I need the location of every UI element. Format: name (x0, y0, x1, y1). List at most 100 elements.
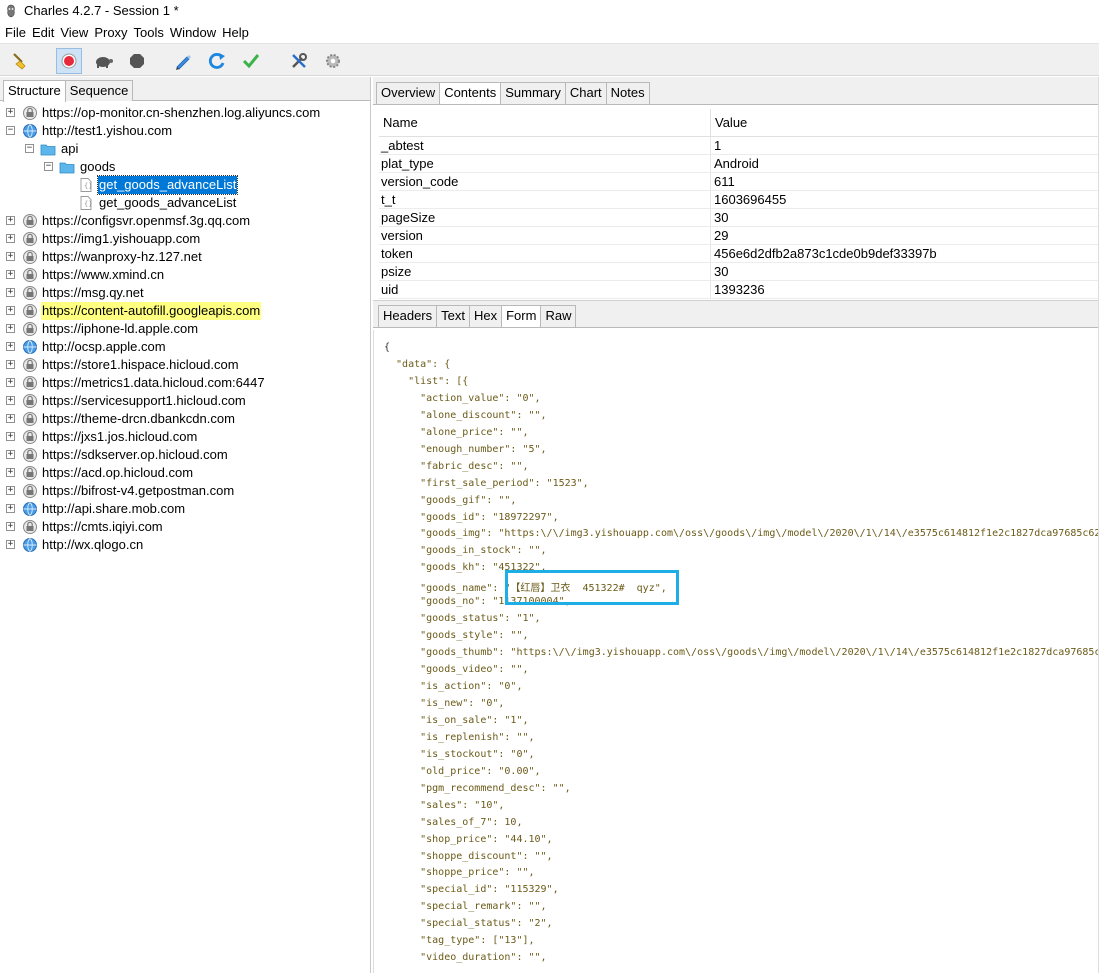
tree-node-label[interactable]: https://content-autofill.googleapis.com (41, 302, 262, 320)
turtle-icon[interactable] (90, 48, 116, 74)
tree-node-label[interactable]: https://store1.hispace.hicloud.com (41, 356, 240, 374)
expand-icon[interactable]: + (6, 252, 15, 261)
expand-icon[interactable]: + (6, 342, 15, 351)
tree-node-label[interactable]: http://api.share.mob.com (41, 500, 186, 518)
expand-icon[interactable]: + (6, 288, 15, 297)
tree-node-label[interactable]: https://configsvr.openmsf.3g.qq.com (41, 212, 251, 230)
tree-node-label[interactable]: http://wx.qlogo.cn (41, 536, 144, 554)
collapse-icon[interactable]: − (25, 144, 34, 153)
collapse-icon[interactable]: − (6, 126, 15, 135)
param-row[interactable]: version_code 611 (379, 173, 1099, 191)
param-row[interactable]: token 456e6d2dfb2a873c1cde0b9def33397b (379, 245, 1099, 263)
expand-icon[interactable]: + (6, 216, 15, 225)
tab-contents[interactable]: Contents (439, 82, 502, 104)
tree-row[interactable]: + https://op-monitor.cn-shenzhen.log.aliy… (0, 104, 370, 122)
tree-row[interactable]: + https://configsvr.openmsf.3g.qq.com (0, 212, 370, 230)
tab-structure[interactable]: Structure (3, 80, 66, 102)
tab-hex[interactable]: Hex (468, 305, 503, 327)
menu-edit[interactable]: Edit (29, 25, 57, 40)
tree-node-label[interactable]: https://sdkserver.op.hicloud.com (41, 446, 229, 464)
menu-file[interactable]: File (2, 25, 29, 40)
tab-raw[interactable]: Raw (540, 305, 577, 327)
param-row[interactable]: uid 1393236 (379, 281, 1099, 299)
tree-row[interactable]: + https://msg.qy.net (0, 284, 370, 302)
tab-headers[interactable]: Headers (378, 305, 438, 327)
expand-icon[interactable]: + (6, 324, 15, 333)
tree-node-label[interactable]: https://bifrost-v4.getpostman.com (41, 482, 235, 500)
tree-row[interactable]: + https://bifrost-v4.getpostman.com (0, 482, 370, 500)
tree-node-label[interactable]: goods (79, 158, 116, 176)
tree-row[interactable]: + https://jxs1.jos.hicloud.com (0, 428, 370, 446)
tree-row[interactable]: + https://servicesupport1.hicloud.com (0, 392, 370, 410)
expand-icon[interactable]: + (6, 378, 15, 387)
param-row[interactable]: plat_type Android (379, 155, 1099, 173)
param-row[interactable]: version 29 (379, 227, 1099, 245)
record-icon[interactable] (56, 48, 82, 74)
expand-icon[interactable]: + (6, 414, 15, 423)
expand-icon[interactable]: + (6, 270, 15, 279)
tab-summary[interactable]: Summary (500, 82, 566, 104)
tree-row[interactable]: + https://metrics1.data.hicloud.com:6447 (0, 374, 370, 392)
tree-row[interactable]: + https://theme-drcn.dbankcdn.com (0, 410, 370, 428)
expand-icon[interactable]: + (6, 360, 15, 369)
expand-icon[interactable]: + (6, 450, 15, 459)
tree-node-label[interactable]: http://test1.yishou.com (41, 122, 173, 140)
menu-window[interactable]: Window (167, 25, 219, 40)
check-icon[interactable] (238, 48, 264, 74)
tab-overview[interactable]: Overview (376, 82, 441, 104)
tree-node-label[interactable]: get_goods_advanceList (96, 175, 239, 195)
tree-row[interactable]: + https://wanproxy-hz.127.net (0, 248, 370, 266)
tree-node-label[interactable]: https://theme-drcn.dbankcdn.com (41, 410, 236, 428)
column-value-header[interactable]: Value (711, 115, 747, 130)
tree-node-label[interactable]: https://acd.op.hicloud.com (41, 464, 194, 482)
pen-icon[interactable] (170, 48, 196, 74)
expand-icon[interactable]: + (6, 108, 15, 117)
refresh-icon[interactable] (204, 48, 230, 74)
tree-row[interactable]: − api (0, 140, 370, 158)
column-name-header[interactable]: Name (379, 108, 711, 137)
expand-icon[interactable]: + (6, 432, 15, 441)
stop-hexagon-icon[interactable] (124, 48, 150, 74)
broom-icon[interactable] (8, 48, 34, 74)
tree-row[interactable]: + https://iphone-ld.apple.com (0, 320, 370, 338)
tree-row[interactable]: + http://api.share.mob.com (0, 500, 370, 518)
tree-node-label[interactable]: https://img1.yishouapp.com (41, 230, 201, 248)
tab-form[interactable]: Form (501, 305, 542, 327)
tree-row[interactable]: − goods (0, 158, 370, 176)
tree-node-label[interactable]: https://www.xmind.cn (41, 266, 165, 284)
tree-row[interactable]: − http://test1.yishou.com (0, 122, 370, 140)
tree-row[interactable]: + https://sdkserver.op.hicloud.com (0, 446, 370, 464)
tree-row[interactable]: + https://content-autofill.googleapis.com (0, 302, 370, 320)
menu-view[interactable]: View (57, 25, 91, 40)
tab-text[interactable]: Text (436, 305, 470, 327)
tools-icon[interactable] (286, 48, 312, 74)
param-row[interactable]: t_t 1603696455 (379, 191, 1099, 209)
menu-tools[interactable]: Tools (131, 25, 167, 40)
tree-node-label[interactable]: https://iphone-ld.apple.com (41, 320, 199, 338)
tree-node-label[interactable]: https://servicesupport1.hicloud.com (41, 392, 247, 410)
expand-icon[interactable]: + (6, 234, 15, 243)
tree-row[interactable]: + http://wx.qlogo.cn (0, 536, 370, 554)
expand-icon[interactable]: + (6, 306, 15, 315)
tab-notes[interactable]: Notes (605, 82, 650, 104)
tree-node-label[interactable]: https://jxs1.jos.hicloud.com (41, 428, 198, 446)
tree-node-label[interactable]: https://msg.qy.net (41, 284, 145, 302)
tree-row[interactable]: + https://img1.yishouapp.com (0, 230, 370, 248)
tab-sequence[interactable]: Sequence (64, 80, 134, 101)
param-row[interactable]: pageSize 30 (379, 209, 1099, 227)
tree-node-label[interactable]: https://metrics1.data.hicloud.com:6447 (41, 374, 266, 392)
expand-icon[interactable]: + (6, 396, 15, 405)
menu-proxy[interactable]: Proxy (91, 25, 130, 40)
expand-icon[interactable]: + (6, 504, 15, 513)
collapse-icon[interactable]: − (44, 162, 53, 171)
tree-row[interactable]: + https://store1.hispace.hicloud.com (0, 356, 370, 374)
param-row[interactable]: _abtest 1 (379, 137, 1099, 155)
response-json-view[interactable]: { "data": { "list": [{ "action_value": "… (373, 330, 1099, 973)
tree-row[interactable]: {} get_goods_advanceList (0, 194, 370, 212)
tree-node-label[interactable]: api (60, 140, 79, 158)
expand-icon[interactable]: + (6, 486, 15, 495)
tree-row[interactable]: + https://acd.op.hicloud.com (0, 464, 370, 482)
tree-node-label[interactable]: https://wanproxy-hz.127.net (41, 248, 203, 266)
menu-help[interactable]: Help (219, 25, 252, 40)
tree-row[interactable]: + http://ocsp.apple.com (0, 338, 370, 356)
